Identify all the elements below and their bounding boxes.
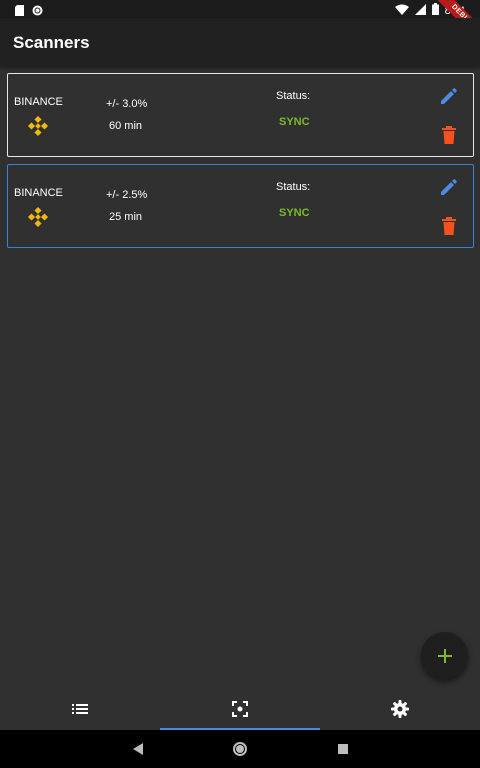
interval-value: 25 min (109, 211, 143, 223)
exchange-name: BINANCE (14, 96, 63, 108)
delete-button[interactable] (440, 216, 458, 236)
edit-button[interactable] (438, 178, 458, 198)
home-circle-icon (233, 742, 247, 756)
back-triangle-icon (133, 743, 143, 755)
gear-icon (391, 700, 409, 718)
plus-icon (437, 648, 452, 663)
delete-button[interactable] (440, 125, 458, 145)
app-bar: Scanners (0, 18, 480, 66)
list-icon (72, 704, 88, 714)
trash-icon (442, 217, 456, 235)
status-label: Status: (276, 181, 311, 193)
scanner-card[interactable]: BINANCE +/- 2.5% 25 min Status: SYNC (7, 164, 474, 248)
edit-button[interactable] (438, 87, 458, 107)
interval-value: 60 min (109, 120, 143, 132)
status-label: Status: (276, 90, 311, 102)
back-button[interactable] (128, 730, 148, 768)
home-button[interactable] (230, 730, 250, 768)
pencil-icon (441, 88, 457, 104)
threshold-value: +/- 2.5% (106, 189, 148, 201)
scanner-card[interactable]: BINANCE +/- 3.0% 60 min Status: SYNC (7, 73, 474, 157)
trash-icon (442, 126, 456, 144)
bottom-navigation (0, 688, 480, 730)
status-value: SYNC (279, 116, 310, 128)
nav-item-settings[interactable] (320, 688, 480, 730)
pencil-icon (441, 179, 457, 195)
binance-logo-icon (27, 206, 49, 228)
recents-square-icon (338, 744, 348, 754)
exchange-name: BINANCE (14, 187, 63, 199)
threshold-value: +/- 3.0% (106, 98, 148, 110)
scan-icon (232, 701, 248, 717)
binance-logo-icon (27, 115, 49, 137)
status-bar: 8:01 DEBUG (0, 0, 480, 49)
recents-button[interactable] (333, 730, 353, 768)
add-scanner-button[interactable] (421, 632, 468, 679)
system-navigation-bar (0, 730, 480, 768)
nav-item-list[interactable] (0, 688, 160, 730)
status-value: SYNC (279, 207, 310, 219)
nav-item-scanners[interactable] (160, 688, 320, 730)
page-title: Scanners (13, 33, 90, 52)
